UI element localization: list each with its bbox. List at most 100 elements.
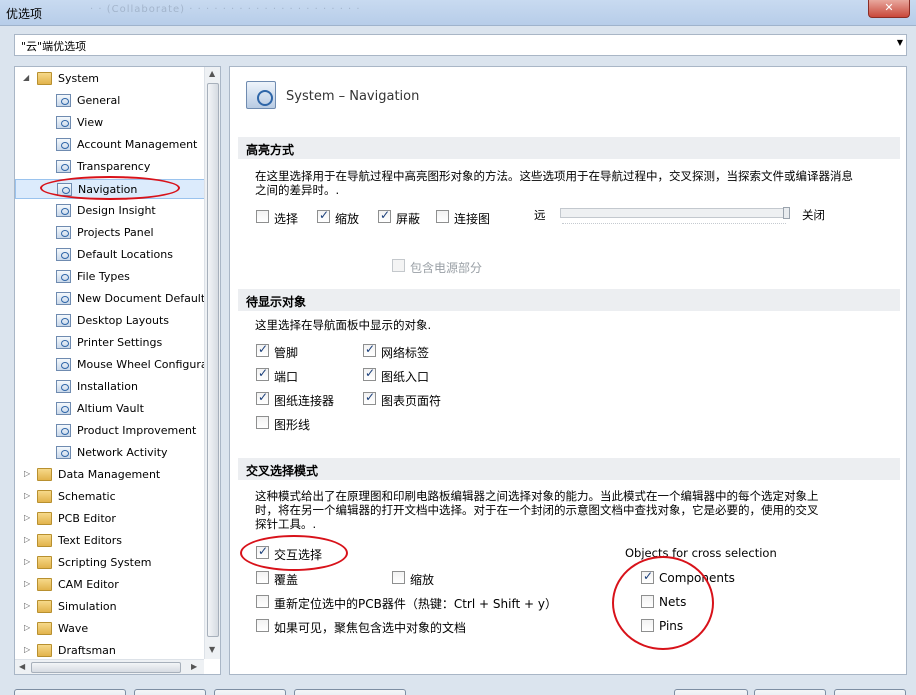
- collapse-icon[interactable]: ◢: [23, 73, 29, 82]
- expand-icon[interactable]: ▷: [24, 557, 30, 566]
- settings-page-icon: [56, 248, 71, 261]
- checkbox-box[interactable]: [436, 210, 449, 223]
- tree-item-transparency[interactable]: Transparency: [15, 157, 205, 177]
- folder-icon: [37, 534, 52, 547]
- tree-item-system[interactable]: ◢ System: [15, 69, 205, 89]
- bottom-button[interactable]: [294, 689, 406, 695]
- tree-item-account-management[interactable]: Account Management: [15, 135, 205, 155]
- tree-label: Text Editors: [58, 534, 123, 547]
- checkbox-label: 包含电源部分: [410, 261, 483, 275]
- tree-item-projects-panel[interactable]: Projects Panel: [15, 223, 205, 243]
- checkbox-box[interactable]: [256, 390, 269, 405]
- tree-item-installation[interactable]: Installation: [15, 377, 205, 397]
- title-bar: 优选项 · · (Collaborate) · · · · · · · · · …: [0, 0, 916, 26]
- tree-item-design-insight[interactable]: Design Insight: [15, 201, 205, 221]
- tree-item-network-activity[interactable]: Network Activity: [15, 443, 205, 463]
- section-highlight: 高亮方式: [238, 137, 900, 159]
- checkbox-label: 管脚: [274, 346, 299, 360]
- tree-item-navigation[interactable]: Navigation: [15, 179, 205, 199]
- expand-icon[interactable]: ▷: [24, 469, 30, 478]
- slider-thumb[interactable]: [783, 207, 790, 219]
- expand-icon[interactable]: ▷: [24, 623, 30, 632]
- scroll-up-icon[interactable]: ▲: [209, 69, 215, 78]
- settings-page-icon: [56, 446, 71, 459]
- tree-item-general[interactable]: General: [15, 91, 205, 111]
- tree-item-default-locations[interactable]: Default Locations: [15, 245, 205, 265]
- scroll-right-icon[interactable]: ▶: [191, 662, 197, 671]
- checkbox-box[interactable]: [363, 366, 376, 381]
- bottom-button[interactable]: [14, 689, 126, 695]
- tree-label: Installation: [77, 380, 138, 393]
- tree-item-file-types[interactable]: File Types: [15, 267, 205, 287]
- checkbox-box[interactable]: [256, 366, 269, 381]
- tree-item-data-management[interactable]: ▷ Data Management: [15, 465, 205, 485]
- expand-icon[interactable]: ▷: [24, 513, 30, 522]
- checkbox-box[interactable]: [256, 342, 269, 357]
- scroll-left-icon[interactable]: ◀: [19, 662, 25, 671]
- preferences-tree[interactable]: ◢ System General View Account Management Tr…: [14, 66, 221, 675]
- checkbox-box[interactable]: [392, 259, 405, 272]
- tree-label: General: [77, 94, 121, 107]
- checkbox-box[interactable]: [256, 416, 269, 429]
- tree-item-new-document-defaults[interactable]: New Document Defaults: [15, 289, 211, 309]
- checkbox-box[interactable]: [378, 208, 391, 223]
- bottom-button[interactable]: [674, 689, 748, 695]
- section-objects: 待显示对象: [238, 289, 900, 311]
- bottom-button[interactable]: [214, 689, 286, 695]
- cross-description-2: 时，将在另一个编辑器的打开文档中选择。对于在一个封闭的示意图文档中查找对象，它是…: [255, 503, 819, 517]
- tree-item-cam-editor[interactable]: ▷ CAM Editor: [15, 575, 205, 595]
- expand-icon[interactable]: ▷: [24, 645, 30, 654]
- highlight-slider[interactable]: [560, 208, 790, 218]
- tree-item-text-editors[interactable]: ▷ Text Editors: [15, 531, 205, 551]
- settings-page-icon: [56, 160, 71, 173]
- settings-page-icon: [56, 358, 71, 371]
- scroll-thumb[interactable]: [207, 83, 219, 637]
- tree-vertical-scrollbar[interactable]: ▲ ▼: [204, 67, 220, 659]
- checkbox-box[interactable]: [256, 544, 269, 559]
- checkbox-label: 网络标签: [381, 346, 430, 360]
- checkbox-label: 交互选择: [274, 548, 323, 562]
- tree-item-product-improvement[interactable]: Product Improvement: [15, 421, 205, 441]
- expand-icon[interactable]: ▷: [24, 579, 30, 588]
- checkbox-box[interactable]: [363, 342, 376, 357]
- bottom-button[interactable]: [134, 689, 206, 695]
- tree-item-printer-settings[interactable]: Printer Settings: [15, 333, 205, 353]
- tree-item-desktop-layouts[interactable]: Desktop Layouts: [15, 311, 205, 331]
- checkbox-label: 重新定位选中的PCB器件（热键：Ctrl + Shift + y）: [274, 597, 557, 611]
- tree-label: Altium Vault: [77, 402, 144, 415]
- checkbox-box[interactable]: [256, 210, 269, 223]
- checkbox-box[interactable]: [641, 569, 654, 584]
- settings-page-icon: [56, 336, 71, 349]
- tree-item-view[interactable]: View: [15, 113, 205, 133]
- tree-item-altium-vault[interactable]: Altium Vault: [15, 399, 205, 419]
- tree-item-scripting-system[interactable]: ▷ Scripting System: [15, 553, 205, 573]
- checkbox-box[interactable]: [256, 619, 269, 632]
- tree-item-pcb-editor[interactable]: ▷ PCB Editor: [15, 509, 205, 529]
- checkbox-box[interactable]: [363, 390, 376, 405]
- tree-item-schematic[interactable]: ▷ Schematic: [15, 487, 205, 507]
- tree-label: Schematic: [58, 490, 116, 503]
- folder-icon: [37, 490, 52, 503]
- checkbox-box[interactable]: [317, 208, 330, 223]
- scroll-thumb-horizontal[interactable]: [31, 662, 181, 673]
- tree-item-draftsman[interactable]: ▷ Draftsman: [15, 641, 205, 661]
- checkbox-box[interactable]: [641, 595, 654, 608]
- close-button[interactable]: ✕: [868, 0, 910, 18]
- checkbox-box[interactable]: [641, 619, 654, 632]
- checkbox-box[interactable]: [256, 595, 269, 608]
- tree-item-wave[interactable]: ▷ Wave: [15, 619, 205, 639]
- tree-label: Network Activity: [77, 446, 168, 459]
- tree-horizontal-scrollbar[interactable]: ◀ ▶: [15, 659, 204, 674]
- checkbox-box[interactable]: [392, 571, 405, 584]
- bottom-button[interactable]: [834, 689, 906, 695]
- scroll-down-icon[interactable]: ▼: [209, 645, 215, 654]
- expand-icon[interactable]: ▷: [24, 601, 30, 610]
- preferences-combo[interactable]: "云"端优选项 ▼: [14, 34, 907, 56]
- tree-item-simulation[interactable]: ▷ Simulation: [15, 597, 205, 617]
- checkbox-box[interactable]: [256, 571, 269, 584]
- chevron-down-icon[interactable]: ▼: [897, 38, 903, 47]
- tree-item-mouse-wheel-configura[interactable]: Mouse Wheel Configura: [15, 355, 208, 375]
- bottom-button[interactable]: [754, 689, 826, 695]
- expand-icon[interactable]: ▷: [24, 491, 30, 500]
- expand-icon[interactable]: ▷: [24, 535, 30, 544]
